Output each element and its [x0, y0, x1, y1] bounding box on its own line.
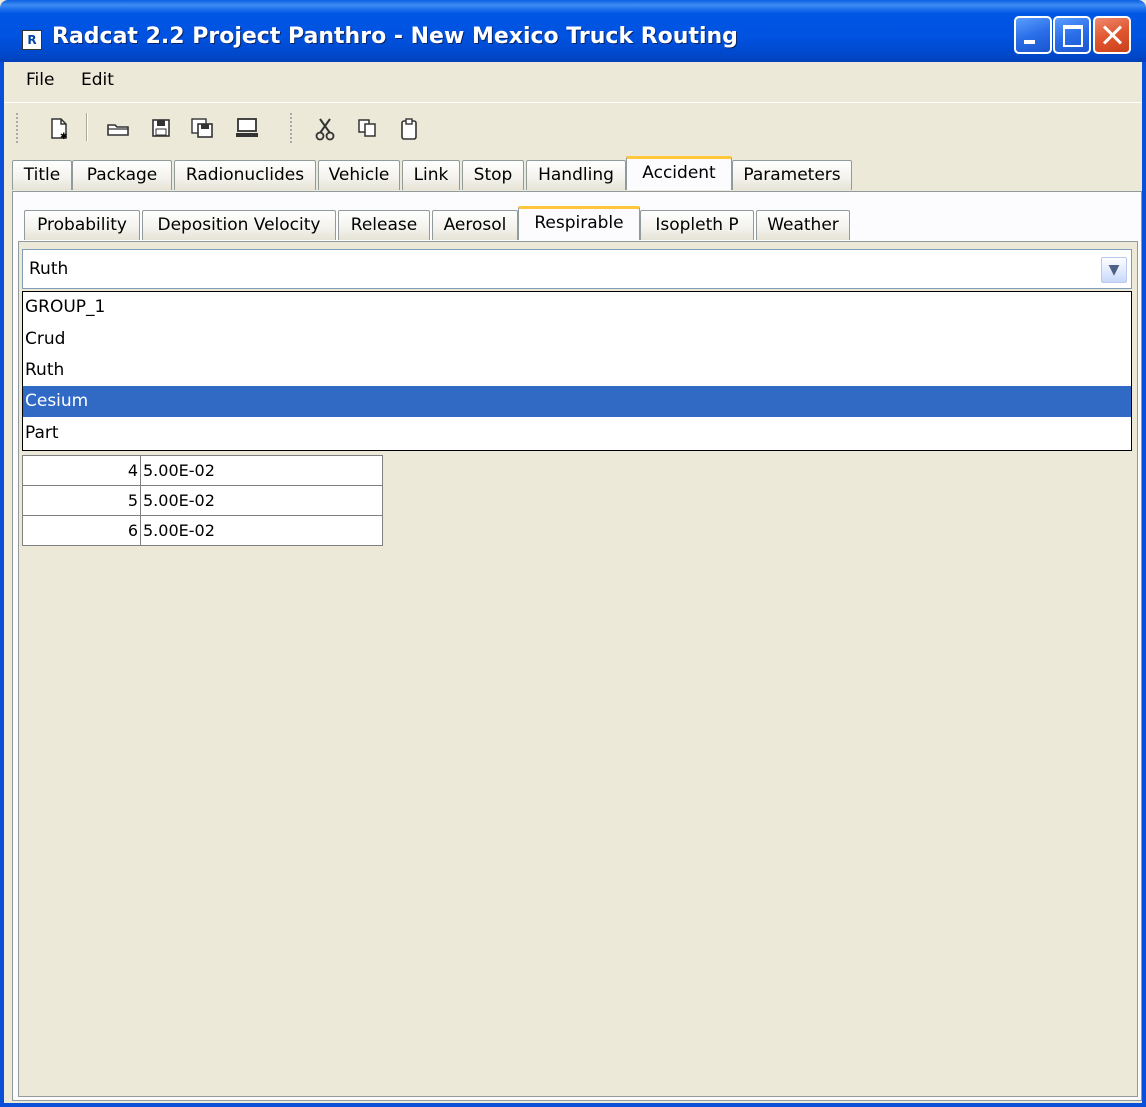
- menu-edit[interactable]: Edit: [81, 70, 114, 90]
- tab-vehicle[interactable]: Vehicle: [318, 160, 400, 190]
- row-index[interactable]: 4: [22, 455, 141, 486]
- radionuclide-combo[interactable]: Ruth ▼: [22, 249, 1132, 289]
- copy-icon[interactable]: [356, 117, 378, 139]
- new-document-icon[interactable]: ✱: [48, 117, 70, 142]
- toolbar: ✱: [4, 102, 1142, 151]
- tab-isopleth-p[interactable]: Isopleth P: [640, 210, 754, 240]
- table-row: 5 5.00E-02: [22, 485, 383, 516]
- tab-deposition-velocity[interactable]: Deposition Velocity: [142, 210, 336, 240]
- tab-respirable[interactable]: Respirable: [518, 206, 640, 240]
- svg-text:✱: ✱: [60, 132, 68, 141]
- tab-weather[interactable]: Weather: [756, 210, 850, 240]
- tab-link[interactable]: Link: [402, 160, 460, 190]
- combo-value: Ruth: [29, 259, 69, 279]
- menu-bar: File Edit: [4, 62, 1142, 100]
- table-row: 6 5.00E-02: [22, 515, 383, 546]
- toolbar-grip[interactable]: [16, 113, 18, 143]
- tab-package[interactable]: Package: [72, 160, 172, 190]
- row-index[interactable]: 5: [22, 485, 141, 516]
- row-index[interactable]: 6: [22, 515, 141, 546]
- app-icon[interactable]: R: [22, 30, 42, 50]
- table-row: 4 5.00E-02: [22, 455, 383, 486]
- close-button[interactable]: [1093, 16, 1131, 54]
- tab-aerosol[interactable]: Aerosol: [432, 210, 518, 240]
- tab-radionuclides[interactable]: Radionuclides: [174, 160, 316, 190]
- row-value[interactable]: 5.00E-02: [140, 455, 383, 486]
- toolbar-grip[interactable]: [290, 113, 292, 143]
- save-all-icon[interactable]: [190, 117, 213, 139]
- combo-dropdown-list: GROUP_1 Crud Ruth Cesium Part: [22, 291, 1132, 451]
- chevron-down-icon[interactable]: ▼: [1101, 257, 1127, 283]
- tab-accident[interactable]: Accident: [626, 156, 732, 190]
- dropdown-option-highlighted[interactable]: Cesium: [23, 386, 1131, 417]
- dropdown-option[interactable]: Part: [23, 418, 1131, 449]
- window-title: Radcat 2.2 Project Panthro - New Mexico …: [52, 24, 738, 49]
- tab-handling[interactable]: Handling: [526, 160, 626, 190]
- tab-release[interactable]: Release: [338, 210, 430, 240]
- open-folder-icon[interactable]: [106, 117, 129, 139]
- maximize-button[interactable]: [1053, 16, 1091, 54]
- tab-parameters[interactable]: Parameters: [732, 160, 852, 190]
- dropdown-option[interactable]: Crud: [23, 324, 1131, 355]
- row-value[interactable]: 5.00E-02: [140, 485, 383, 516]
- tab-probability[interactable]: Probability: [24, 210, 140, 240]
- cut-icon[interactable]: [314, 117, 336, 141]
- dropdown-option[interactable]: Ruth: [23, 355, 1131, 386]
- save-icon[interactable]: [150, 117, 172, 139]
- toolbar-separator: [86, 113, 88, 141]
- minimize-button[interactable]: [1014, 16, 1052, 54]
- title-bar[interactable]: R Radcat 2.2 Project Panthro - New Mexic…: [0, 0, 1146, 62]
- tab-stop[interactable]: Stop: [462, 160, 524, 190]
- tab-title[interactable]: Title: [12, 160, 72, 190]
- row-value[interactable]: 5.00E-02: [140, 515, 383, 546]
- run-icon[interactable]: [234, 117, 258, 139]
- respirable-table: 4 5.00E-02 5 5.00E-02 6 5.00E-02: [22, 455, 383, 546]
- menu-file[interactable]: File: [26, 70, 54, 90]
- dropdown-option[interactable]: GROUP_1: [23, 292, 1131, 323]
- paste-icon[interactable]: [398, 117, 420, 140]
